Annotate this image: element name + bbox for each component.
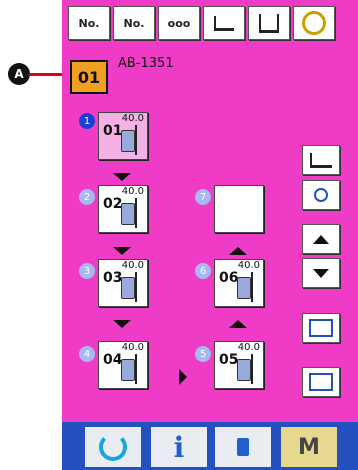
needle-position-button[interactable] (248, 6, 290, 40)
step-number: 04 (103, 352, 123, 368)
scroll-up-button[interactable] (302, 224, 340, 254)
step-2-button[interactable]: 02 40.0 (98, 185, 148, 233)
scroll-down-button[interactable] (302, 258, 340, 288)
down-arrow-icon (313, 268, 329, 278)
step-badge: 4 (79, 346, 95, 362)
needle-bar-icon (121, 359, 135, 381)
needle-bar-icon (121, 277, 135, 299)
communication-button[interactable] (215, 427, 271, 467)
no-edit-icon: No. (78, 16, 100, 30)
step-7-button[interactable] (214, 185, 264, 233)
flow-arrow-up (229, 320, 247, 328)
pattern-number-button[interactable]: 01 (70, 60, 108, 94)
flow-arrow-right (179, 369, 187, 385)
needle-bar-icon (121, 130, 135, 152)
step-badge: 5 (195, 346, 211, 362)
presser-button[interactable] (203, 6, 245, 40)
step-1-button[interactable]: 01 40.0 (98, 112, 148, 160)
presser-icon (214, 15, 234, 31)
copy-pattern-button[interactable] (302, 313, 340, 343)
presser-height-icon (310, 152, 332, 168)
ready-icon (99, 433, 127, 461)
step-value: 40.0 (121, 260, 144, 271)
counter-button[interactable]: ooo (158, 6, 200, 40)
step-badge: 7 (195, 189, 211, 205)
step-number: 01 (103, 123, 123, 139)
step-3-button[interactable]: 03 40.0 (98, 259, 148, 307)
step-number: 02 (103, 196, 123, 212)
needle-position-icon (259, 13, 279, 33)
step-value: 40.0 (237, 342, 260, 353)
needle-bar-icon (237, 277, 251, 299)
mode-label: M (298, 434, 320, 460)
bobbin-button[interactable] (293, 6, 335, 40)
step-6-button[interactable]: 06 40.0 (214, 259, 264, 307)
flow-arrow-down (113, 247, 131, 255)
step-badge: 3 (79, 263, 95, 279)
info-icon: i (173, 430, 185, 464)
information-button[interactable]: i (151, 427, 207, 467)
step-5-button[interactable]: 05 40.0 (214, 341, 264, 389)
search-pattern-button[interactable] (302, 180, 340, 210)
callout-a: A (8, 63, 30, 85)
no-edit-button[interactable]: No. (68, 6, 110, 40)
needle-bar-icon (121, 203, 135, 225)
no-pattern-icon: No. (123, 16, 145, 30)
copy-pattern-icon (309, 319, 333, 337)
mode-button[interactable]: M (281, 427, 337, 467)
no-pattern-button[interactable]: No. (113, 6, 155, 40)
ready-button[interactable] (85, 427, 141, 467)
step-value: 40.0 (121, 113, 144, 124)
model-name: AB-1351 (118, 56, 174, 71)
step-badge: 1 (79, 113, 95, 129)
flow-arrow-down (113, 320, 131, 328)
step-number: 03 (103, 270, 123, 286)
needle-bar-icon (237, 359, 251, 381)
bobbin-icon (302, 11, 326, 35)
delete-pattern-button[interactable] (302, 367, 340, 397)
search-pattern-icon (314, 188, 328, 202)
presser-height-button[interactable] (302, 145, 340, 175)
counter-icon: ooo (167, 16, 191, 30)
step-value: 40.0 (121, 186, 144, 197)
step-number: 05 (219, 352, 239, 368)
step-number: 06 (219, 270, 239, 286)
up-arrow-icon (313, 234, 329, 244)
communication-icon (237, 438, 249, 456)
delete-pattern-icon (309, 373, 333, 391)
flow-arrow-down (113, 173, 131, 181)
flow-arrow-up (229, 247, 247, 255)
step-badge: 2 (79, 189, 95, 205)
step-value: 40.0 (121, 342, 144, 353)
step-value: 40.0 (237, 260, 260, 271)
step-4-button[interactable]: 04 40.0 (98, 341, 148, 389)
step-badge: 6 (195, 263, 211, 279)
